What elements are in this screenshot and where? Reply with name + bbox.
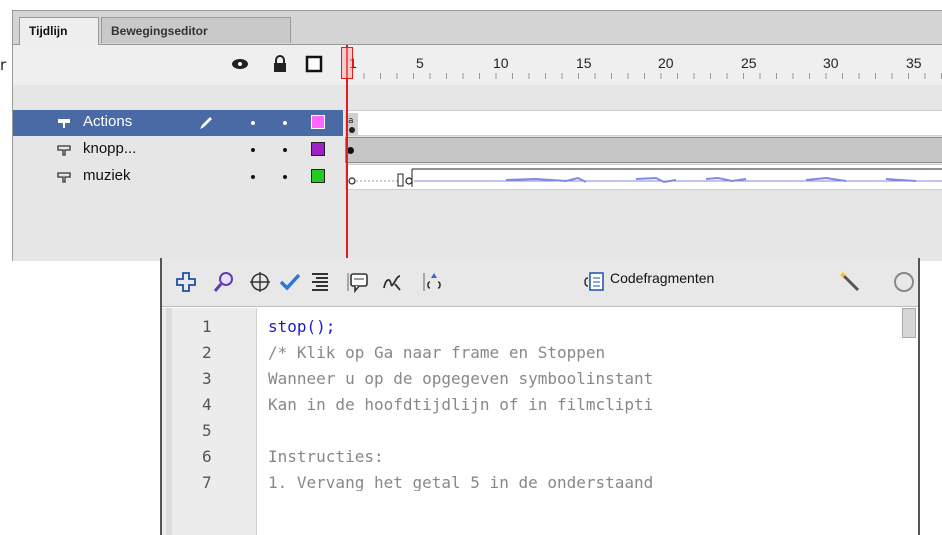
keyframe-icon: [347, 147, 354, 154]
visibility-dot[interactable]: [251, 121, 255, 125]
audio-waveform: [348, 168, 942, 187]
stray-text: r: [0, 56, 7, 74]
pencil-icon: [200, 117, 212, 129]
layer-color-swatch[interactable]: [311, 169, 325, 183]
wand-icon[interactable]: [838, 270, 862, 294]
visibility-dot[interactable]: [251, 175, 255, 179]
tab-tijdlijn[interactable]: Tijdlijn: [19, 17, 99, 45]
code-text[interactable]: /* Klik op Ga naar frame en Stoppen: [268, 341, 605, 365]
code-snippets-button[interactable]: Codefragmenten: [610, 270, 714, 286]
ruler-label: 35: [906, 55, 922, 71]
code-text[interactable]: Kan in de hoofdtijdlijn of in filmclipti: [268, 393, 653, 417]
timeline-panel: Tijdlijn Bewegingseditor 1 5 10 15 20 25…: [12, 10, 942, 261]
layer-frames[interactable]: [345, 137, 942, 163]
ruler-label: 20: [658, 55, 674, 71]
actions-panel: Codefragmenten 1 stop(); 2 /* Klik op Ga…: [160, 258, 920, 535]
playhead-handle[interactable]: [341, 47, 353, 79]
target-icon[interactable]: [248, 270, 272, 294]
lock-dot[interactable]: [283, 121, 287, 125]
layer-row-muziek[interactable]: muziek: [13, 164, 942, 190]
line-number: 2: [202, 343, 212, 362]
layer-name[interactable]: Actions: [83, 113, 132, 130]
code-hint-icon[interactable]: [346, 270, 370, 294]
ruler-label: 5: [416, 55, 424, 71]
layer-color-swatch[interactable]: [311, 115, 325, 129]
help-icon[interactable]: [892, 270, 916, 294]
lock-dot[interactable]: [283, 175, 287, 179]
add-icon[interactable]: [174, 270, 198, 294]
code-line[interactable]: 7 1. Vervang het getal 5 in de onderstaa…: [162, 471, 918, 491]
layer-icon: [57, 145, 71, 156]
code-line[interactable]: 1 stop();: [162, 315, 918, 339]
code-line[interactable]: 5: [162, 419, 918, 443]
layer-color-swatch[interactable]: [311, 142, 325, 156]
line-number: 5: [202, 421, 212, 440]
collapse-icon[interactable]: [422, 270, 446, 294]
code-text[interactable]: Wanneer u op de opgegeven symboolinstant: [268, 367, 653, 391]
line-number: 1: [202, 317, 212, 336]
code-line[interactable]: 3 Wanneer u op de opgegeven symboolinsta…: [162, 367, 918, 391]
ruler-label: 30: [823, 55, 839, 71]
layer-header[interactable]: Actions: [13, 110, 343, 136]
find-icon[interactable]: [212, 270, 236, 294]
code-line[interactable]: 6 Instructies:: [162, 445, 918, 469]
layer-frames[interactable]: a: [345, 110, 942, 136]
line-number: 3: [202, 369, 212, 388]
line-number: 7: [202, 473, 212, 491]
line-number: 4: [202, 395, 212, 414]
visibility-dot[interactable]: [251, 148, 255, 152]
code-text[interactable]: stop();: [268, 315, 335, 339]
layer-row-knoppen[interactable]: knopp...: [13, 137, 942, 163]
svg-text:a: a: [348, 116, 354, 126]
vertical-scrollbar[interactable]: [902, 308, 916, 338]
check-syntax-icon[interactable]: [278, 270, 302, 294]
layer-name[interactable]: muziek: [83, 167, 131, 184]
debug-icon[interactable]: [380, 270, 404, 294]
code-snippets-icon[interactable]: [582, 270, 606, 294]
code-text[interactable]: Instructies:: [268, 445, 384, 469]
layer-frames[interactable]: [345, 164, 942, 190]
tab-bewegingseditor[interactable]: Bewegingseditor: [101, 17, 291, 43]
ruler-label: 15: [576, 55, 592, 71]
layer-name[interactable]: knopp...: [83, 140, 136, 157]
lock-dot[interactable]: [283, 148, 287, 152]
ruler-label: 25: [741, 55, 757, 71]
frame-ruler[interactable]: 1 5 10 15 20 25 30 35: [347, 45, 942, 85]
code-editor[interactable]: 1 stop(); 2 /* Klik op Ga naar frame en …: [162, 308, 918, 535]
code-line[interactable]: 4 Kan in de hoofdtijdlijn of in filmclip…: [162, 393, 918, 417]
lock-icon[interactable]: [271, 55, 289, 73]
layer-header[interactable]: knopp...: [13, 137, 343, 163]
auto-format-icon[interactable]: [308, 270, 332, 294]
layer-header[interactable]: muziek: [13, 164, 343, 190]
eye-icon[interactable]: [231, 55, 249, 73]
timeline-tabbar: Tijdlijn Bewegingseditor: [13, 11, 942, 45]
actions-toolbar: Codefragmenten: [162, 258, 918, 307]
layer-icon: [57, 172, 71, 183]
code-line[interactable]: 2 /* Klik op Ga naar frame en Stoppen: [162, 341, 918, 365]
line-number: 6: [202, 447, 212, 466]
layer-row-actions[interactable]: Actions a: [13, 110, 942, 136]
layer-icon: [58, 119, 70, 128]
ruler-label: 10: [493, 55, 509, 71]
ruler-ticks: [347, 73, 942, 79]
code-text[interactable]: 1. Vervang het getal 5 in de onderstaand: [268, 471, 653, 491]
outline-icon[interactable]: [305, 55, 323, 73]
